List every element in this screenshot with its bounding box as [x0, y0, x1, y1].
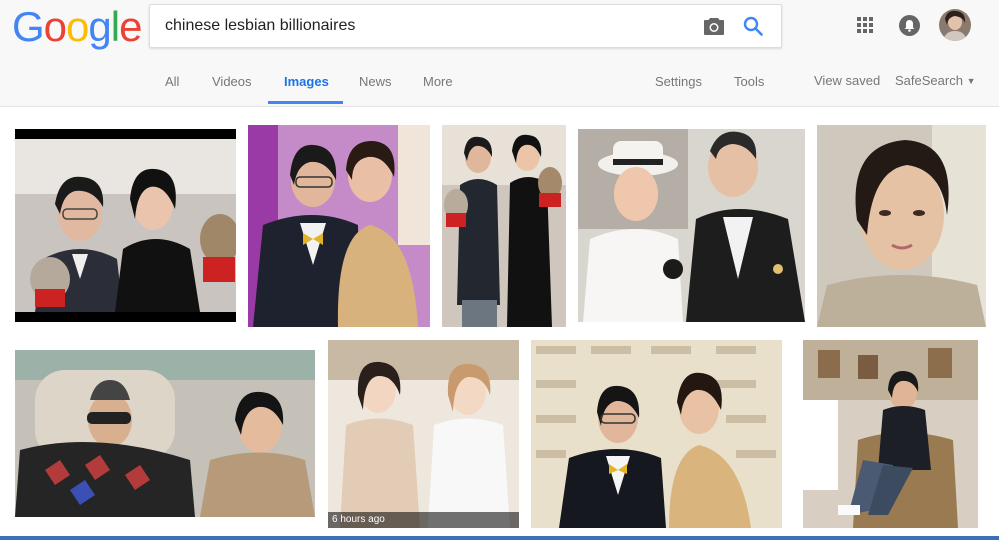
logo-letter: l [110, 3, 120, 50]
tab-all[interactable]: All [165, 74, 179, 89]
logo-letter: e [119, 3, 142, 50]
google-logo[interactable]: Google [12, 3, 142, 51]
tab-news[interactable]: News [359, 74, 392, 89]
active-tab-indicator [268, 101, 343, 104]
image-result[interactable] [248, 125, 430, 327]
tab-images[interactable]: Images [284, 74, 329, 89]
header: Google chinese lesbian billionaires All … [0, 0, 999, 107]
settings-link[interactable]: Settings [655, 74, 702, 89]
image-result[interactable] [442, 125, 566, 327]
image-result[interactable] [531, 340, 782, 528]
image-result[interactable] [817, 125, 986, 327]
logo-letter: g [88, 3, 111, 50]
safesearch-label: SafeSearch [895, 73, 963, 88]
logo-letter: o [66, 3, 89, 50]
caret-down-icon: ▼ [966, 76, 976, 86]
search-box[interactable] [149, 4, 782, 48]
tab-more[interactable]: More [423, 74, 453, 89]
image-result[interactable] [803, 340, 978, 528]
tools-link[interactable]: Tools [734, 74, 764, 89]
apps-grid-icon[interactable] [857, 17, 873, 33]
bell-icon[interactable] [899, 15, 920, 36]
view-saved-link[interactable]: View saved [814, 73, 880, 88]
time-badge: 6 hours ago [328, 512, 519, 528]
image-result[interactable] [15, 129, 236, 322]
image-result[interactable] [15, 350, 315, 517]
bottom-bar [0, 536, 999, 540]
camera-icon[interactable] [703, 16, 725, 36]
search-input[interactable] [165, 15, 685, 37]
search-icon[interactable] [743, 16, 763, 36]
image-result[interactable] [578, 129, 805, 322]
logo-letter: G [12, 3, 45, 50]
safesearch-dropdown[interactable]: SafeSearch ▼ [895, 73, 975, 88]
tab-videos[interactable]: Videos [212, 74, 252, 89]
user-avatar[interactable] [939, 9, 971, 41]
logo-letter: o [43, 3, 67, 50]
image-result[interactable]: 6 hours ago [328, 340, 519, 528]
